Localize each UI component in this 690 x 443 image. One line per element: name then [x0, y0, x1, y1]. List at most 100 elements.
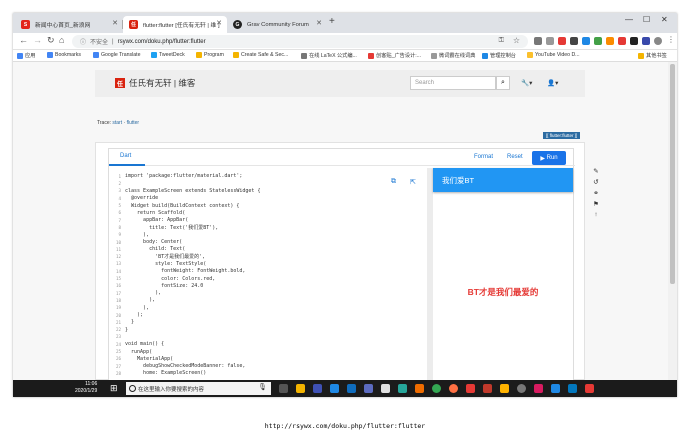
- bookmark-icon: [233, 52, 239, 58]
- back-to-top-icon[interactable]: ↑: [591, 211, 601, 222]
- close-tab-icon[interactable]: ✕: [216, 19, 222, 27]
- bookmark-item[interactable]: Google Translate: [93, 52, 141, 58]
- breadcrumb-link-start[interactable]: start: [112, 120, 122, 126]
- taskbar-clock[interactable]: 11:06 2020/1/29: [75, 381, 97, 395]
- bookmark-item[interactable]: Create Safe & Sec...: [233, 52, 288, 58]
- search-icon: ⌕: [501, 79, 505, 86]
- bookmark-item[interactable]: YouTube Video D...: [527, 52, 580, 58]
- run-button[interactable]: ▶ Run: [532, 151, 566, 165]
- app-icon[interactable]: [313, 384, 322, 393]
- dartpad-embed: Dart Format Reset ▶ Run ⧉ ⇱ 1 import 'pac…: [108, 148, 575, 380]
- extension-icon[interactable]: [546, 37, 554, 45]
- mail-icon[interactable]: [347, 384, 356, 393]
- bookmark-item[interactable]: 创客贴_广告设计:...: [368, 52, 421, 59]
- firefox-icon[interactable]: [449, 384, 458, 393]
- site-title[interactable]: 任氏有无轩 | 维客: [129, 77, 195, 89]
- avatar[interactable]: [654, 37, 662, 45]
- extension-icon[interactable]: [642, 37, 650, 45]
- back-icon[interactable]: ←: [19, 35, 28, 45]
- extension-icon[interactable]: [570, 37, 578, 45]
- vscode-icon[interactable]: [551, 384, 560, 393]
- lock-icon[interactable]: ⚿: [499, 37, 504, 45]
- file-explorer-icon[interactable]: [296, 384, 305, 393]
- backlinks-icon[interactable]: ⚭: [591, 189, 601, 200]
- line-number: 5: [118, 203, 121, 209]
- home-icon[interactable]: ⌂: [59, 35, 64, 45]
- line-number: 16: [115, 283, 121, 289]
- new-tab-button[interactable]: +: [329, 16, 335, 27]
- page-scrollbar[interactable]: [668, 62, 677, 380]
- extension-icon[interactable]: [594, 37, 602, 45]
- app-icon[interactable]: [534, 384, 543, 393]
- address-bar[interactable]: ⓘ 不安全 | rsywx.com/doku.php/flutter:flutt…: [72, 35, 528, 48]
- breadcrumb-link-flutter[interactable]: flutter: [127, 120, 140, 126]
- extension-icon[interactable]: [606, 37, 614, 45]
- tweetdeck-icon: [151, 52, 157, 58]
- line-number: 18: [115, 297, 121, 303]
- extension-icon[interactable]: [582, 37, 590, 45]
- format-button[interactable]: Format: [474, 154, 493, 160]
- bookmark-item[interactable]: TweetDeck: [151, 52, 185, 58]
- tab-flutter[interactable]: 任 flutter:flutter [任氏有无轩 | 维 ] ✕: [123, 16, 227, 33]
- close-tab-icon[interactable]: ✕: [112, 19, 118, 27]
- microphone-icon[interactable]: 🎙: [258, 383, 267, 391]
- user-menu-icon[interactable]: 👤▾: [547, 79, 558, 87]
- menu-kebab-icon[interactable]: ⋮: [667, 35, 675, 44]
- copy-icon[interactable]: ⧉: [391, 178, 396, 186]
- reset-button[interactable]: Reset: [507, 154, 523, 160]
- chrome-icon[interactable]: [432, 384, 441, 393]
- tab-grav[interactable]: G Grav Community Forum ✕: [227, 16, 327, 33]
- browser-window: S 新闻中心首页_新浪网 ✕ 任 flutter:flutter [任氏有无轩 …: [13, 13, 677, 397]
- line-number: 4: [118, 195, 121, 201]
- minimize-icon[interactable]: —: [625, 15, 633, 24]
- taskbar-search-input[interactable]: 在这里输入你要搜索的内容 🎙: [126, 382, 271, 395]
- app-icon[interactable]: [364, 384, 373, 393]
- windows-start-icon[interactable]: ⊞: [110, 383, 118, 394]
- search-input[interactable]: Search: [410, 76, 496, 90]
- task-view-icon[interactable]: [279, 384, 288, 393]
- open-external-icon[interactable]: ⇱: [410, 178, 416, 186]
- console-icon: [482, 52, 488, 59]
- forward-icon[interactable]: →: [33, 35, 42, 45]
- extension-icon[interactable]: [534, 37, 542, 45]
- page-id-badge[interactable]: [[ flutter:flutter ]]: [543, 132, 581, 139]
- bookmark-other[interactable]: 其他书签: [638, 52, 667, 59]
- tab-dart[interactable]: Dart: [120, 153, 131, 159]
- bookmark-item[interactable]: 在线 LaTeX 公式编...: [301, 52, 357, 59]
- line-number: 6: [118, 210, 121, 216]
- extension-icon[interactable]: [558, 37, 566, 45]
- tab-sina[interactable]: S 新闻中心首页_新浪网 ✕: [15, 16, 123, 33]
- app-icon[interactable]: [398, 384, 407, 393]
- app-icon[interactable]: [466, 384, 475, 393]
- info-icon: ⓘ: [80, 40, 87, 46]
- bookmark-apps[interactable]: 应用: [17, 52, 35, 59]
- bookmark-item[interactable]: Bookmarks: [47, 52, 81, 58]
- edit-pencil-icon[interactable]: ✎: [591, 167, 601, 178]
- tools-wrench-icon[interactable]: 🔧▾: [521, 79, 532, 87]
- bookmark-star-icon[interactable]: ☆: [513, 36, 520, 45]
- history-icon[interactable]: ↺: [591, 178, 601, 189]
- bookmark-item[interactable]: Program: [196, 52, 224, 58]
- close-window-icon[interactable]: ✕: [661, 15, 668, 24]
- latex-icon: [301, 52, 307, 59]
- search-button[interactable]: ⌕: [496, 76, 510, 90]
- close-tab-icon[interactable]: ✕: [316, 19, 322, 27]
- reload-icon[interactable]: ↻: [47, 35, 55, 46]
- site-logo[interactable]: 任: [115, 78, 125, 88]
- app-icon[interactable]: [381, 384, 390, 393]
- brush-icon[interactable]: ⚑: [591, 200, 601, 211]
- maximize-icon[interactable]: ☐: [643, 15, 650, 24]
- app-icon[interactable]: [483, 384, 492, 393]
- settings-gear-icon[interactable]: [517, 384, 526, 393]
- app-icon[interactable]: [568, 384, 577, 393]
- security-label: 不安全: [90, 40, 109, 46]
- app-icon[interactable]: [500, 384, 509, 393]
- app-icon[interactable]: [585, 384, 594, 393]
- app-icon[interactable]: [415, 384, 424, 393]
- app-icon[interactable]: [330, 384, 339, 393]
- extension-icon[interactable]: [630, 37, 638, 45]
- bookmark-item[interactable]: 微词霸在线词典: [431, 52, 475, 59]
- bookmark-item[interactable]: 管理控制台: [482, 52, 516, 59]
- extension-icon[interactable]: [618, 37, 626, 45]
- code-editor[interactable]: ⧉ ⇱ 1 import 'package:flutter/material.da…: [109, 168, 427, 380]
